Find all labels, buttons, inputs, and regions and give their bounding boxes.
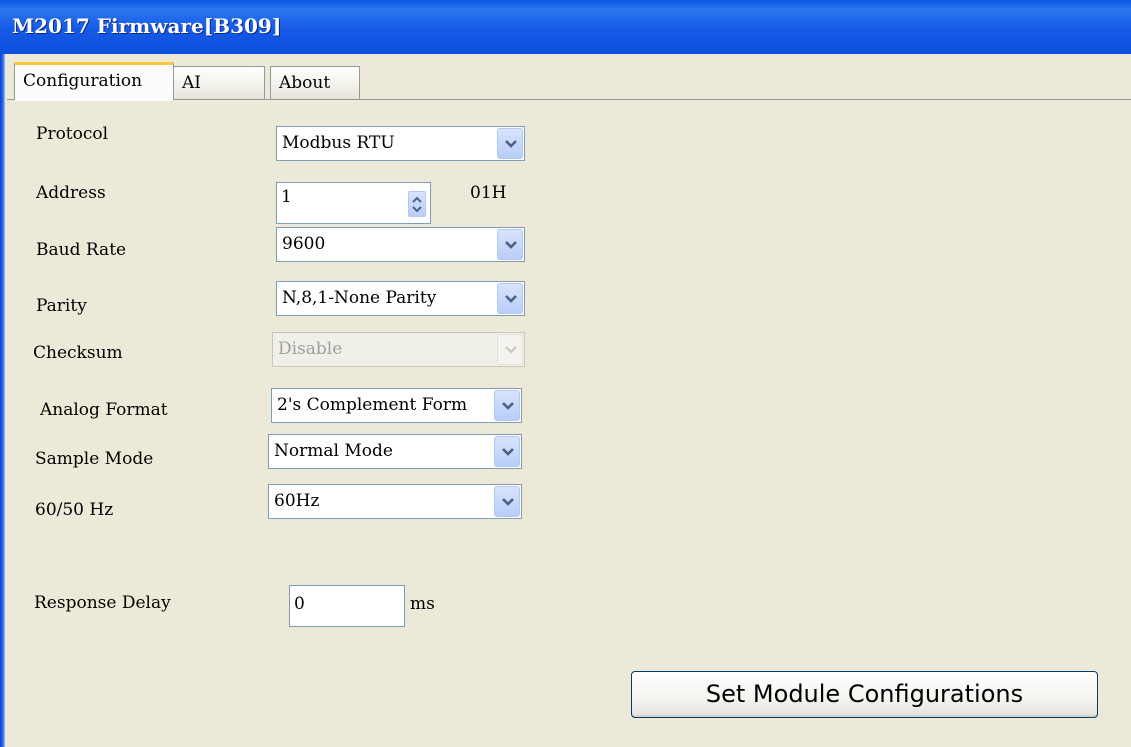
baud-rate-dropdown-button[interactable]: [497, 229, 523, 260]
checksum-label: Checksum: [33, 343, 123, 363]
tab-about[interactable]: About: [270, 66, 360, 99]
chevron-down-icon: [502, 498, 514, 506]
protocol-dropdown-button[interactable]: [497, 128, 523, 159]
baud-rate-select[interactable]: 9600: [276, 227, 525, 262]
response-delay-input[interactable]: 0: [289, 585, 405, 627]
tab-ai-label: AI: [182, 73, 201, 93]
chevron-down-icon: [502, 402, 514, 410]
sample-mode-label: Sample Mode: [35, 449, 154, 469]
baud-rate-value: 9600: [282, 234, 326, 254]
address-value: 1: [281, 187, 292, 207]
tab-about-label: About: [279, 73, 331, 93]
response-delay-value: 0: [294, 594, 305, 614]
tab-configuration-label: Configuration: [23, 71, 143, 91]
spin-up-down-icon: [412, 196, 422, 213]
checksum-select: Disable: [272, 332, 525, 367]
window-title: M2017 Firmware[B309]: [12, 14, 282, 38]
set-module-configurations-button[interactable]: Set Module Configurations: [631, 671, 1098, 718]
chevron-down-icon: [505, 140, 517, 148]
address-label: Address: [36, 183, 106, 203]
frequency-dropdown-button[interactable]: [494, 486, 520, 517]
chevron-down-icon: [505, 241, 517, 249]
chevron-down-icon: [502, 448, 514, 456]
checksum-dropdown-button: [497, 334, 523, 365]
sample-mode-dropdown-button[interactable]: [494, 436, 520, 467]
response-delay-label: Response Delay: [34, 593, 171, 613]
analog-format-dropdown-button[interactable]: [494, 390, 520, 421]
frequency-value: 60Hz: [274, 491, 320, 511]
address-hex-value: 01H: [470, 183, 507, 203]
protocol-select[interactable]: Modbus RTU: [276, 126, 525, 161]
protocol-value: Modbus RTU: [282, 133, 395, 153]
address-spinner[interactable]: 1: [276, 182, 431, 224]
analog-format-select[interactable]: 2's Complement Form: [271, 388, 522, 423]
configuration-panel: [10, 100, 1131, 747]
protocol-label: Protocol: [36, 124, 109, 144]
analog-format-label: Analog Format: [40, 400, 168, 420]
frequency-label: 60/50 Hz: [35, 500, 114, 520]
analog-format-value: 2's Complement Form: [277, 395, 468, 415]
chevron-down-icon: [505, 346, 517, 354]
sample-mode-value: Normal Mode: [274, 441, 393, 461]
parity-dropdown-button[interactable]: [497, 283, 523, 314]
parity-select[interactable]: N,8,1-None Parity: [276, 281, 525, 316]
tab-configuration[interactable]: Configuration: [14, 62, 174, 101]
parity-value: N,8,1-None Parity: [282, 288, 437, 308]
address-spin-buttons[interactable]: [408, 191, 426, 217]
tab-ai[interactable]: AI: [173, 66, 265, 99]
parity-label: Parity: [36, 296, 87, 316]
response-delay-unit: ms: [410, 594, 435, 614]
sample-mode-select[interactable]: Normal Mode: [268, 434, 522, 469]
frequency-select[interactable]: 60Hz: [268, 484, 522, 519]
baud-rate-label: Baud Rate: [36, 240, 127, 260]
checksum-value: Disable: [278, 339, 343, 359]
chevron-down-icon: [505, 295, 517, 303]
title-bar[interactable]: M2017 Firmware[B309]: [0, 0, 1131, 54]
